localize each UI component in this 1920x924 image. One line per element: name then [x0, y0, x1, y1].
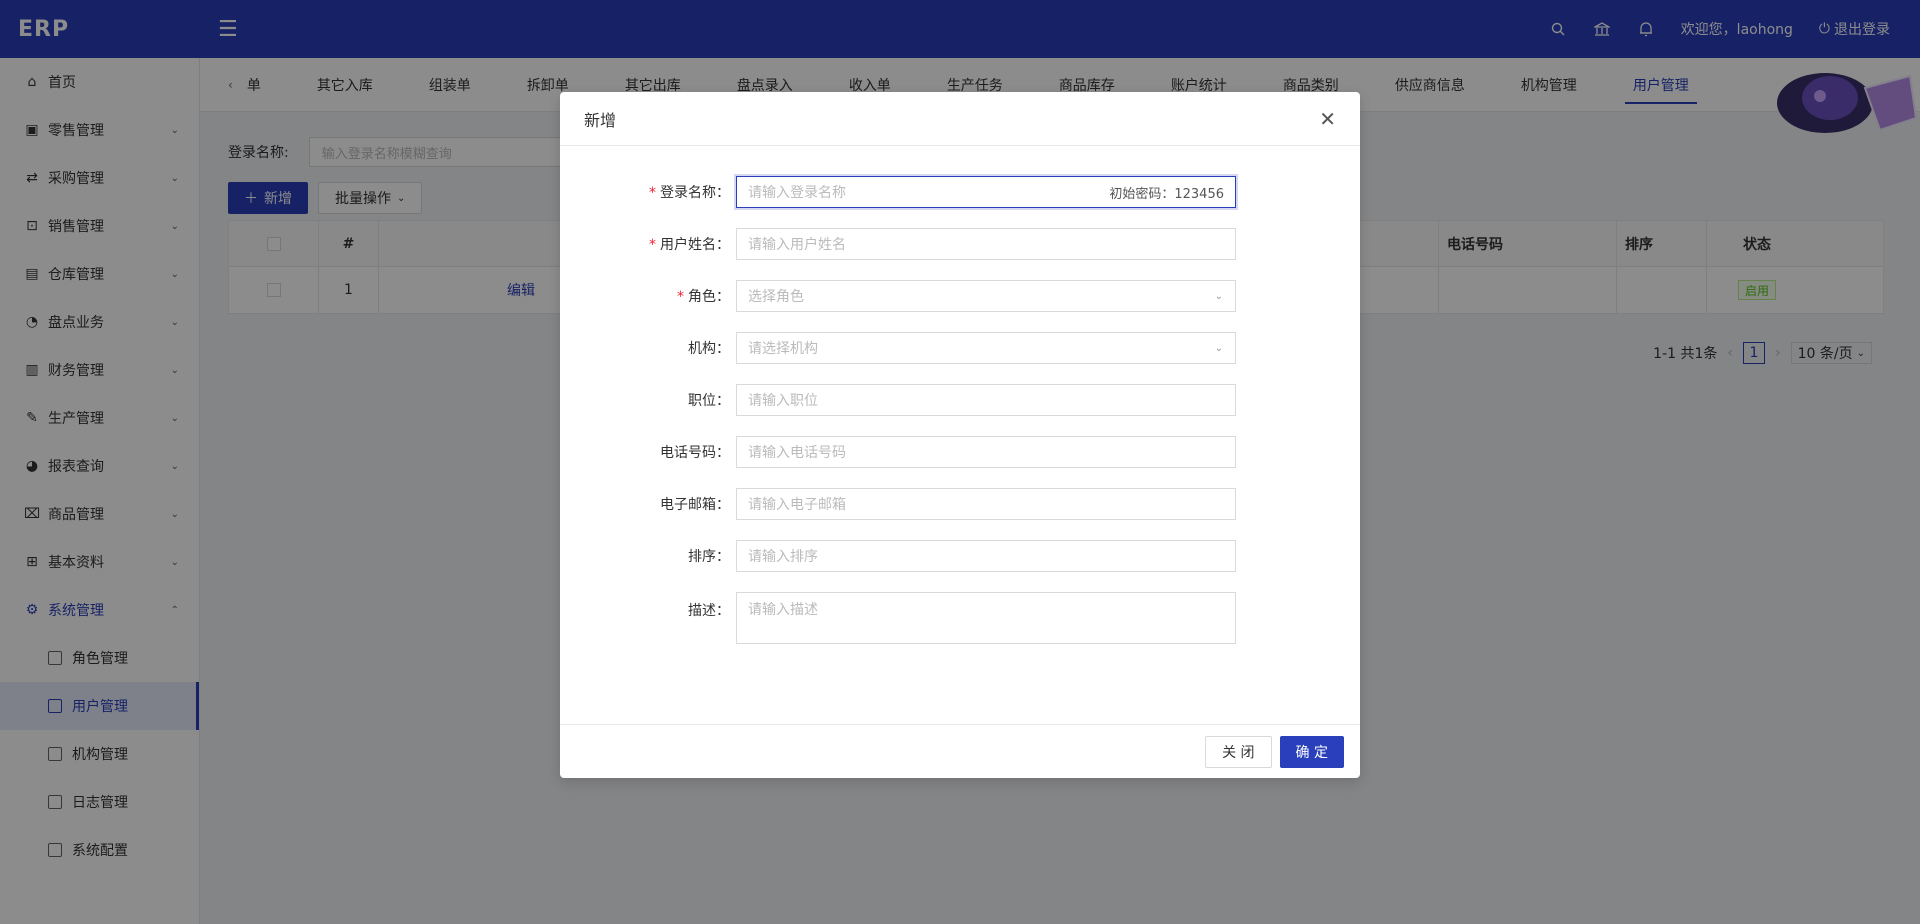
close-icon[interactable]: ✕: [1319, 107, 1336, 131]
email-label: 电子邮箱：: [660, 497, 730, 513]
role-select[interactable]: 选择角色 ⌄: [736, 280, 1236, 312]
email-row: 电子邮箱： 请输入电子邮箱: [560, 488, 1360, 520]
login-label: * 登录名称：: [649, 185, 730, 201]
role-row: * 角色： 选择角色 ⌄: [560, 280, 1360, 312]
confirm-button[interactable]: 确 定: [1279, 735, 1344, 768]
position-label: 职位：: [688, 393, 730, 409]
sort-row: 排序： 请输入排序: [560, 540, 1360, 572]
org-row: 机构： 请选择机构 ⌄: [560, 332, 1360, 364]
login-row: * 登录名称： 请输入登录名称 初始密码：123456: [560, 176, 1360, 208]
modal-footer: 关 闭 确 定: [560, 724, 1360, 778]
org-label: 机构：: [688, 341, 730, 357]
position-input[interactable]: 请输入职位: [736, 384, 1236, 416]
chevron-down-icon: ⌄: [1214, 290, 1223, 302]
login-input[interactable]: 请输入登录名称 初始密码：123456: [736, 176, 1236, 208]
phone-label: 电话号码：: [660, 445, 730, 461]
username-label: * 用户姓名：: [649, 237, 730, 253]
sort-label: 排序：: [688, 549, 730, 565]
modal-header: 新增 ✕: [560, 92, 1360, 146]
initial-password-hint: 初始密码：123456: [1109, 186, 1224, 202]
username-input[interactable]: 请输入用户姓名: [736, 228, 1236, 260]
phone-row: 电话号码： 请输入电话号码: [560, 436, 1360, 468]
sort-input[interactable]: 请输入排序: [736, 540, 1236, 572]
desc-row: 描述： 请输入描述: [560, 592, 1360, 644]
role-label: * 角色：: [677, 289, 730, 305]
close-button[interactable]: 关 闭: [1205, 735, 1272, 768]
desc-label: 描述：: [688, 603, 730, 619]
position-row: 职位： 请输入职位: [560, 384, 1360, 416]
add-user-modal: 新增 ✕ * 登录名称： 请输入登录名称 初始密码：123456 * 用户姓名： 请…: [560, 92, 1360, 778]
chevron-down-icon: ⌄: [1214, 342, 1223, 354]
desc-textarea[interactable]: 请输入描述: [736, 592, 1236, 644]
username-row: * 用户姓名： 请输入用户姓名: [560, 228, 1360, 260]
phone-input[interactable]: 请输入电话号码: [736, 436, 1236, 468]
org-select[interactable]: 请选择机构 ⌄: [736, 332, 1236, 364]
modal-title: 新增: [584, 110, 617, 130]
email-input[interactable]: 请输入电子邮箱: [736, 488, 1236, 520]
user-form: * 登录名称： 请输入登录名称 初始密码：123456 * 用户姓名： 请输入用户姓…: [560, 146, 1360, 644]
